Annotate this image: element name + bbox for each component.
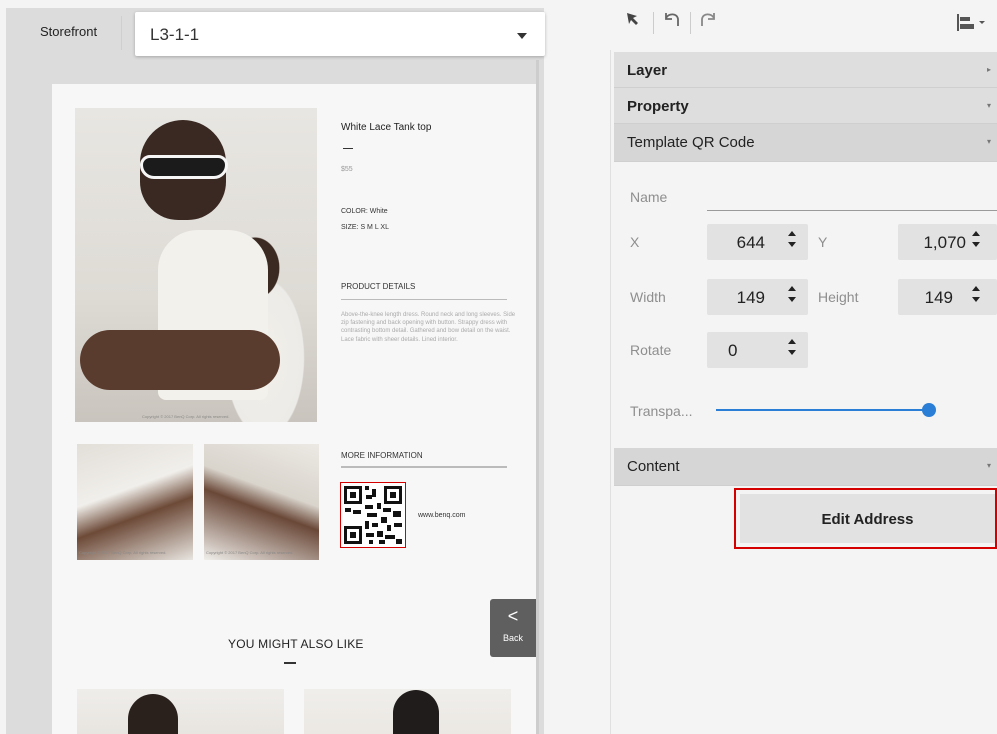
recommended-photo-1[interactable] (77, 689, 284, 734)
edit-address-label: Edit Address (821, 511, 914, 528)
height-field[interactable]: 149 (898, 279, 997, 315)
chevron-down-icon: ▾ (986, 461, 991, 470)
width-value: 149 (736, 288, 765, 307)
also-like-heading: YOU MIGHT ALSO LIKE (228, 637, 364, 651)
toolbar-divider (653, 12, 654, 34)
recommended-model-2 (393, 690, 439, 734)
undo-icon[interactable] (662, 10, 682, 32)
width-label: Width (630, 289, 666, 305)
chevron-down-icon: ▾ (986, 137, 991, 146)
rotate-stepper-icon[interactable] (787, 339, 797, 355)
back-label: Back (502, 633, 523, 643)
edit-address-highlight: Edit Address (734, 488, 997, 549)
y-label: Y (818, 234, 828, 250)
product-thumbnail-2[interactable]: Copyright © 2017 BenQ Corp. All rights r… (204, 444, 319, 560)
name-input[interactable] (707, 210, 997, 211)
also-like-divider (284, 662, 296, 664)
x-label: X (630, 234, 640, 250)
x-stepper-icon[interactable] (787, 231, 797, 247)
model-arm (80, 330, 280, 390)
more-information-heading: MORE INFORMATION (341, 451, 423, 460)
template-select-value: L3-1-1 (150, 25, 200, 44)
chevron-down-icon: ▾ (986, 101, 991, 110)
section-layer-title: Layer (627, 62, 668, 79)
align-icon[interactable] (956, 14, 986, 36)
rotate-value: 0 (728, 341, 738, 360)
y-stepper-icon[interactable] (971, 231, 981, 247)
edit-address-button[interactable]: Edit Address (740, 494, 995, 543)
transparency-slider[interactable] (716, 409, 929, 411)
redo-icon[interactable] (698, 10, 718, 32)
product-details-heading: PRODUCT DETAILS (341, 282, 416, 291)
transparency-slider-handle[interactable] (922, 403, 936, 417)
product-title: White Lace Tank top (341, 122, 432, 133)
model-sunglasses (140, 155, 228, 179)
photo-caption: Copyright © 2017 BenQ Corp. All rights r… (79, 550, 167, 555)
height-label: Height (818, 289, 859, 305)
height-stepper-icon[interactable] (971, 286, 981, 302)
editor-toolbar (610, 0, 997, 50)
product-details-text: Above-the-knee length dress. Round neck … (341, 312, 516, 343)
transparency-label: Transpa... (630, 403, 693, 419)
section-template-qr-code[interactable]: Template QR Code ▾ (614, 124, 997, 162)
title-divider (343, 148, 353, 149)
dropdown-arrow-icon (517, 33, 527, 39)
chevron-left-icon: < (507, 606, 519, 626)
back-button[interactable]: < Back (490, 599, 536, 657)
height-value: 149 (924, 288, 953, 307)
x-value: 644 (736, 233, 765, 252)
section-property-title: Property (627, 98, 689, 115)
pointer-icon[interactable] (624, 10, 642, 32)
width-stepper-icon[interactable] (787, 286, 797, 302)
header-divider (121, 16, 122, 50)
section-content[interactable]: Content ▾ (614, 448, 997, 486)
product-price: $55 (341, 166, 353, 173)
rotate-field[interactable]: 0 (707, 332, 808, 368)
qr-code-icon (344, 486, 402, 544)
y-field[interactable]: 1,070 (898, 224, 997, 260)
rotate-label: Rotate (630, 342, 672, 358)
template-qr-code[interactable] (340, 482, 406, 548)
x-field[interactable]: 644 (707, 224, 808, 260)
more-info-divider (341, 466, 507, 468)
template-select[interactable]: L3-1-1 (135, 12, 545, 56)
product-size: SIZE: S M L XL (341, 224, 389, 231)
name-label: Name (630, 189, 668, 205)
details-divider (341, 299, 507, 300)
qr-url-text: www.benq.com (418, 512, 466, 519)
section-content-title: Content (627, 458, 680, 475)
canvas-edge (536, 60, 539, 734)
section-template-qr-title: Template QR Code (627, 134, 755, 151)
product-thumbnail-1[interactable]: Copyright © 2017 BenQ Corp. All rights r… (77, 444, 193, 560)
product-color: COLOR: White (341, 208, 388, 215)
photo-caption: Copyright © 2017 BenQ Corp. All rights r… (142, 414, 230, 419)
width-field[interactable]: 149 (707, 279, 808, 315)
photo-caption: Copyright © 2017 BenQ Corp. All rights r… (206, 550, 294, 555)
toolbar-divider (690, 12, 691, 34)
section-property[interactable]: Property ▾ (614, 88, 997, 124)
y-value: 1,070 (923, 233, 966, 252)
chevron-right-icon: ▸ (986, 65, 991, 74)
storefront-label: Storefront (40, 24, 98, 39)
section-layer[interactable]: Layer ▸ (614, 52, 997, 88)
